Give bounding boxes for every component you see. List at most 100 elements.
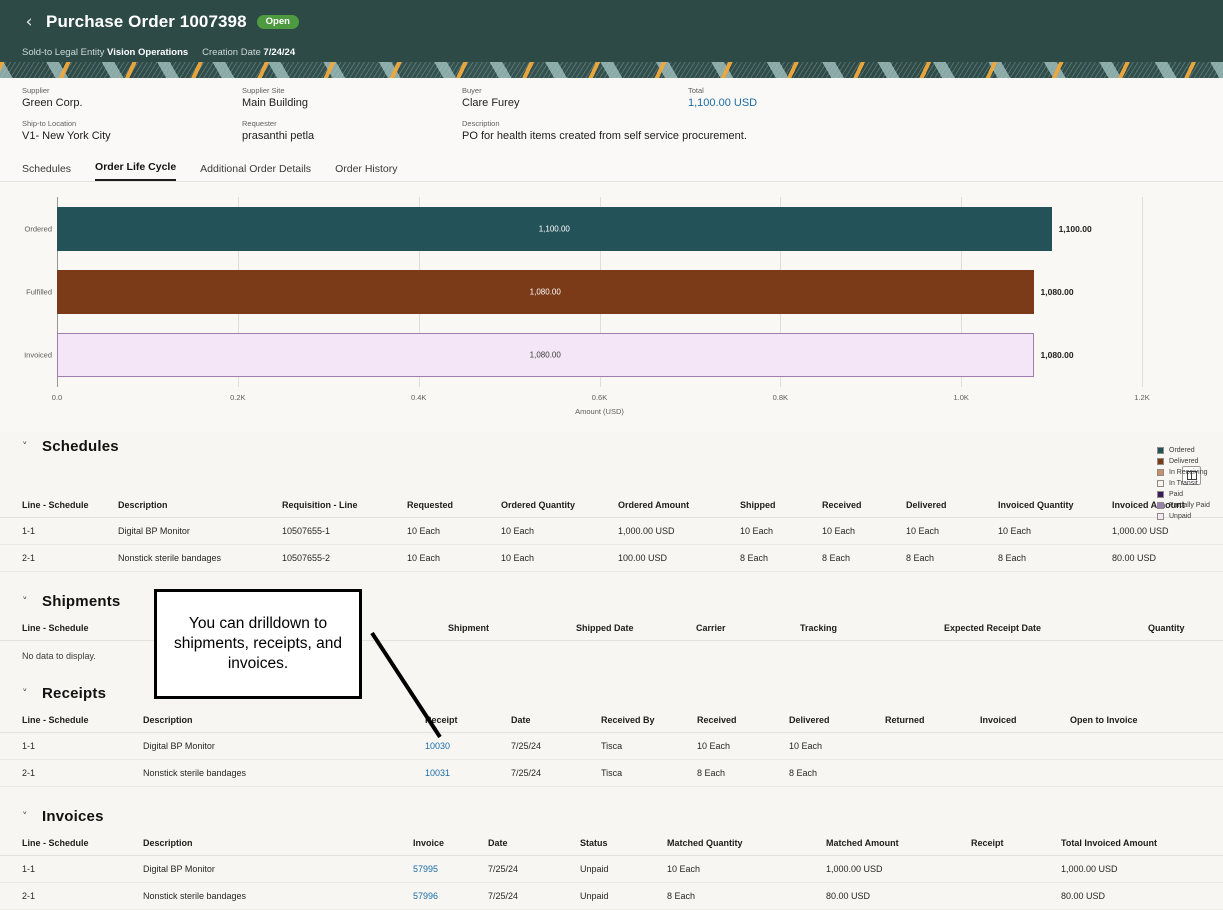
column-header[interactable]: Description [112,493,276,518]
column-header[interactable]: Shipped [734,493,816,518]
table-cell: 80.00 USD [820,882,965,910]
column-header[interactable]: Shipped Date [570,616,690,641]
column-header[interactable]: Expected Receipt Date [938,616,1142,641]
meta-creation-date: Creation Date 7/24/24 [202,47,295,58]
chart-legend-item[interactable]: Paid [1157,489,1210,500]
column-header[interactable]: Carrier [690,616,794,641]
chart-bar-inner-label: 1,100.00 [538,224,570,234]
table-cell: 10507655-2 [276,544,401,572]
table-cell: 2-1 [0,759,137,787]
table-cell [1064,732,1223,760]
annotation-callout: You can drilldown to shipments, receipts… [154,589,362,699]
table-cell: 80.00 USD [1055,882,1223,910]
chart-legend-item[interactable]: In Transit [1157,478,1210,489]
table-cell: Nonstick sterile bandages [112,544,276,572]
column-header[interactable]: Requisition - Line [276,493,401,518]
attribute-label: Total [688,86,704,95]
chevron-left-icon[interactable]: ‹ [22,13,36,31]
column-header[interactable]: Date [505,708,595,733]
attribute-value: V1- New York City [22,130,111,143]
attribute-value: prasanthi petla [242,130,315,143]
table-cell [879,732,974,760]
column-header[interactable]: Invoiced [974,708,1064,733]
column-header[interactable]: Received [691,708,783,733]
chart-bar-fulfilled[interactable]: 1,080.00 [57,269,1034,314]
tab-additional-order-details[interactable]: Additional Order Details [200,163,311,181]
table-cell: 80.00 USD [1106,544,1223,572]
table-cell: 7/25/24 [482,882,574,910]
table-cell: 7/25/24 [505,759,595,787]
column-header[interactable]: Delivered [900,493,992,518]
section-header-schedules[interactable]: ˅ Schedules [0,438,1223,455]
schedules-toolbar [0,465,1223,485]
legend-swatch [1157,457,1164,465]
chart-axis-title: Amount (USD) [575,406,624,416]
column-header[interactable]: Received [816,493,900,518]
column-header[interactable]: Description [137,831,407,856]
table-cell-link[interactable]: 57995 [407,855,482,883]
table-cell: Nonstick sterile bandages [137,882,407,910]
column-header[interactable]: Returned [879,708,974,733]
table-cell: 10507655-1 [276,517,401,545]
column-header[interactable]: Receipt [965,831,1055,856]
chart-bar-inner-label: 1,080.00 [529,287,561,297]
column-header[interactable]: Shipment [442,616,570,641]
chevron-down-icon[interactable]: ˅ [22,810,31,823]
table-cell-link[interactable]: 57996 [407,882,482,910]
column-header[interactable]: Matched Quantity [661,831,820,856]
tab-order-history[interactable]: Order History [335,163,397,181]
table-cell: Unpaid [574,882,661,910]
legend-label: In Receiving [1169,468,1208,476]
attribute-label: Ship-to Location [22,118,77,128]
column-header[interactable]: Delivered [783,708,879,733]
column-header[interactable]: Matched Amount [820,831,965,856]
chart-bar-row: 1,080.00 1,080.00 Invoiced [24,333,1142,378]
column-header[interactable]: Date [482,831,574,856]
chevron-down-icon[interactable]: ˅ [22,687,31,700]
chart-bar-invoiced[interactable]: 1,080.00 [57,333,1034,378]
table-header-row: Line - Schedule Description Invoice Date Sta… [0,831,1223,856]
table-cell: 10 Each [401,517,495,545]
column-header[interactable]: Line - Schedule [0,493,112,518]
tab-bar: Schedules Order Life Cycle Additional Or… [0,153,1223,182]
table-cell: 1-1 [0,517,112,545]
column-header[interactable]: Status [574,831,661,856]
column-header[interactable]: Invoice [407,831,482,856]
chart-legend-item[interactable]: Ordered [1157,445,1210,456]
section-header-invoices[interactable]: ˅ Invoices [0,808,1223,825]
status-badge: Open [256,14,299,30]
chart-xtick-label: 1.0K [953,392,969,402]
chart-legend-item[interactable]: Unpaid [1157,511,1210,522]
chart-legend-item[interactable]: Partially Paid [1157,500,1210,511]
tab-schedules[interactable]: Schedules [22,163,71,181]
attribute-value-total-link[interactable]: 1,100.00 USD [688,96,1201,111]
meta-label: Creation Date [202,47,261,58]
column-header[interactable]: Open to Invoice [1064,708,1223,733]
table-cell: 1,000.00 USD [612,517,734,545]
attribute-description: Description PO for health items created … [462,119,1201,144]
chart-legend-item[interactable]: In Receiving [1157,467,1210,478]
column-header[interactable]: Line - Schedule [0,708,137,733]
table-cell-link[interactable]: 10031 [419,759,505,787]
table-cell [879,759,974,787]
annotation-arrow [370,631,442,739]
column-header[interactable]: Requested [401,493,495,518]
legend-swatch [1157,512,1164,520]
column-header[interactable]: Quantity [1142,616,1223,641]
chevron-down-icon[interactable]: ˅ [22,595,31,608]
column-header[interactable]: Received By [595,708,691,733]
legend-swatch [1157,479,1164,487]
column-header[interactable]: Invoiced Quantity [992,493,1106,518]
chart-legend-item[interactable]: Delivered [1157,456,1210,467]
column-header[interactable]: Total Invoiced Amount [1055,831,1223,856]
tab-order-life-cycle[interactable]: Order Life Cycle [95,161,177,181]
column-header[interactable]: Ordered Amount [612,493,734,518]
column-header[interactable]: Line - Schedule [0,831,137,856]
column-header[interactable]: Line - Schedule [0,616,112,641]
section-title: Invoices [42,807,104,825]
column-header[interactable]: Ordered Quantity [495,493,612,518]
column-header[interactable]: Tracking [794,616,938,641]
chevron-down-icon[interactable]: ˅ [22,440,31,453]
chart-bar-ordered[interactable]: 1,100.00 [57,206,1052,251]
table-cell: 10 Each [661,855,820,883]
